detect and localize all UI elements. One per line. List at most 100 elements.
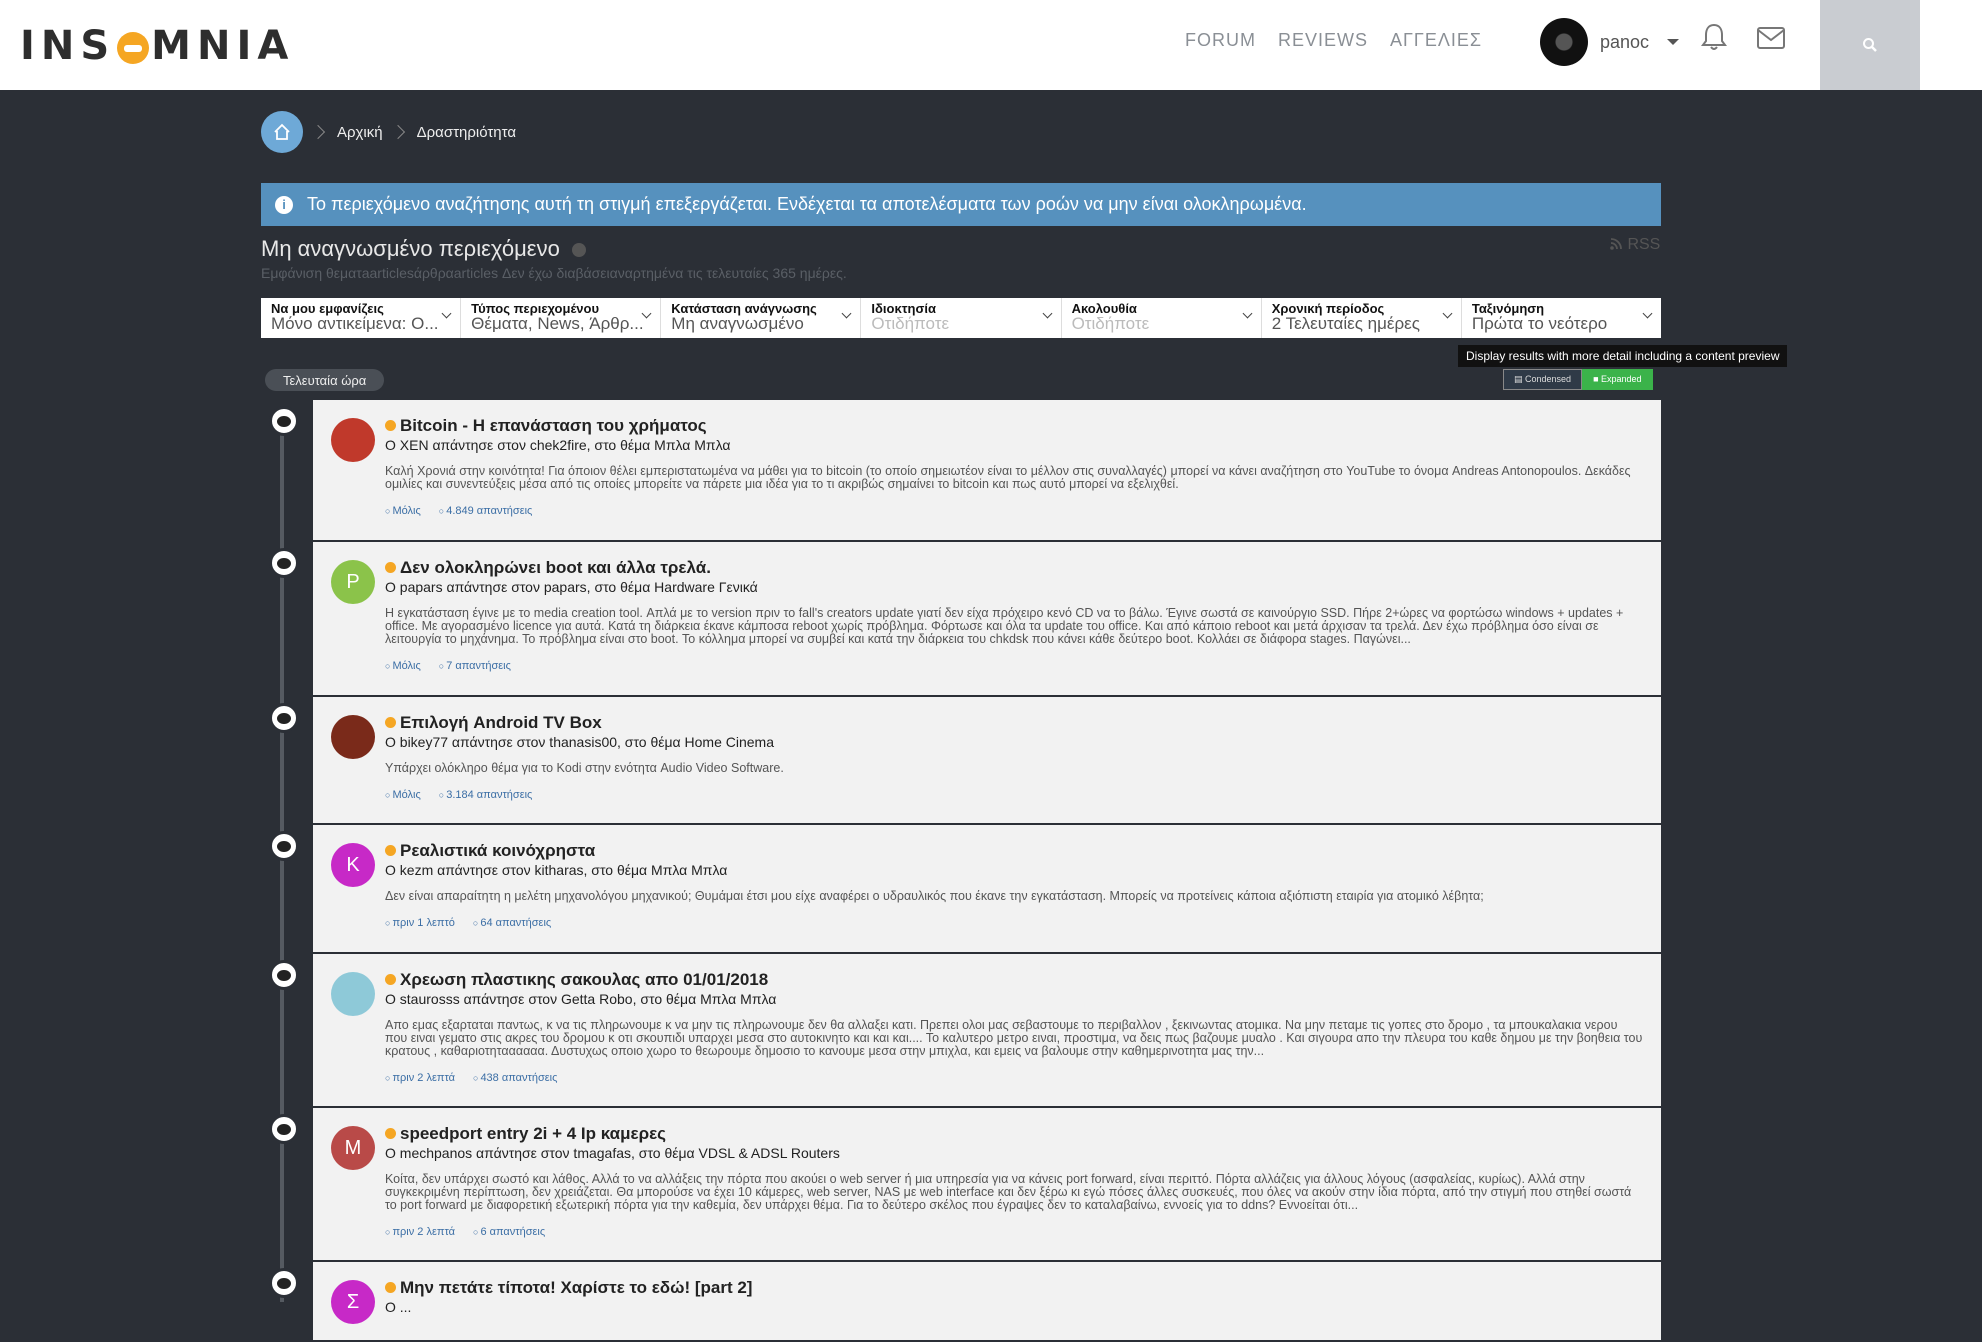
- page-title: Μη αναγνωσμένο περιεχόμενο: [261, 236, 586, 262]
- filter-label: Κατάσταση ανάγνωσης: [671, 301, 817, 316]
- avatar[interactable]: [331, 418, 375, 462]
- avatar[interactable]: [331, 715, 375, 759]
- filter-show[interactable]: Να μου εμφανίζεις Μόνο αντικείμενα: O...: [261, 298, 462, 338]
- filter-ownership[interactable]: Ιδιοκτησία Οτιδήποτε: [861, 298, 1062, 338]
- logo-text-end: MNIA: [151, 23, 295, 69]
- avatar[interactable]: [331, 972, 375, 1016]
- item-excerpt: Απο εμας εξαρταται παντως, κ να τις πληρ…: [385, 1018, 1643, 1058]
- item-replies[interactable]: 64 απαντήσεις: [473, 917, 551, 929]
- item-time[interactable]: Μόλις: [385, 660, 420, 672]
- crumb-home[interactable]: Αρχική: [337, 124, 383, 141]
- info-message: Το περιεχόμενο αναζήτησης αυτή τη στιγμή…: [307, 194, 1307, 214]
- item-meta: πριν 1 λεπτό 64 απαντήσεις: [385, 917, 1643, 929]
- item-meta: Μόλις 4.849 απαντήσεις: [385, 505, 1643, 517]
- item-title-text: Επιλογή Android TV Box: [400, 713, 602, 732]
- user-name: panoc: [1600, 31, 1650, 52]
- filter-following[interactable]: Ακολουθία Οτιδήποτε: [1062, 298, 1262, 338]
- comment-icon: [269, 1268, 299, 1298]
- item-title[interactable]: speedport entry 2i + 4 Ip καμερες: [385, 1124, 1643, 1144]
- activity-stream: Bitcoin - Η επανάσταση του χρήματος Ο XE…: [269, 400, 1661, 1342]
- item-replies[interactable]: 4.849 απαντήσεις: [439, 505, 532, 517]
- bell-icon[interactable]: [1700, 22, 1728, 52]
- item-byline: Ο kezm απάντησε στον kitharas, στο θέμα …: [385, 862, 728, 878]
- item-byline: Ο mechpanos απάντησε στον tmagafas, στο …: [385, 1145, 840, 1161]
- home-icon: [274, 123, 290, 140]
- filter-label: Να μου εμφανίζεις: [271, 301, 384, 316]
- nav-classifieds[interactable]: ΑΓΓΕΛΙΕΣ: [1390, 30, 1482, 51]
- filter-bar: Να μου εμφανίζεις Μόνο αντικείμενα: O...…: [261, 298, 1661, 338]
- item-time[interactable]: πριν 2 λεπτά: [385, 1226, 455, 1238]
- unread-dot-icon: [385, 1128, 396, 1140]
- list-item: P Δεν ολοκληρώνει boot και άλλα τρελά. Ο…: [269, 542, 1661, 697]
- item-title-text: Χρεωση πλαστικης σακουλας απο 01/01/2018: [400, 970, 769, 989]
- avatar[interactable]: Σ: [331, 1280, 375, 1324]
- item-title[interactable]: Χρεωση πλαστικης σακουλας απο 01/01/2018: [385, 970, 1643, 990]
- nav-forum[interactable]: FORUM: [1185, 30, 1256, 51]
- item-excerpt: Η εγκατάσταση έγινε με το media creation…: [385, 606, 1624, 646]
- item-replies[interactable]: 7 απαντήσεις: [439, 660, 511, 672]
- expanded-button[interactable]: ■ Expanded: [1582, 369, 1653, 390]
- unread-dot-icon: [385, 717, 396, 729]
- filter-value: Θέματα, News, Άρθρ...: [471, 315, 644, 333]
- page-title-text: Μη αναγνωσμένο περιεχόμενο: [261, 236, 560, 261]
- item-time[interactable]: Μόλις: [385, 505, 420, 517]
- item-time[interactable]: πριν 2 λεπτά: [385, 1072, 455, 1084]
- search-button[interactable]: [1820, 0, 1920, 90]
- filter-value: Οτιδήποτε: [1071, 315, 1150, 333]
- item-replies[interactable]: 3.184 απαντήσεις: [439, 789, 532, 801]
- item-byline: Ο XEN απάντησε στον chek2fire, στο θέμα …: [385, 437, 731, 453]
- item-excerpt: Δεν είναι απαραίτητη η μελέτη μηχανολόγο…: [385, 889, 1484, 903]
- avatar[interactable]: P: [331, 560, 375, 604]
- user-avatar: [1540, 18, 1588, 66]
- item-title-text: Δεν ολοκληρώνει boot και άλλα τρελά.: [400, 558, 711, 577]
- item-time[interactable]: πριν 1 λεπτό: [385, 917, 454, 929]
- filter-read-status[interactable]: Κατάσταση ανάγνωσης Μη αναγνωσμένο: [661, 298, 862, 338]
- filter-sort[interactable]: Ταξινόμηση Πρώτα το νεότερο: [1462, 298, 1661, 338]
- filter-value: Μόνο αντικείμενα: O...: [271, 315, 439, 333]
- comment-icon: [269, 406, 299, 436]
- crumb-activity[interactable]: Δραστηριότητα: [417, 124, 516, 141]
- condensed-label: Condensed: [1525, 374, 1572, 384]
- item-title[interactable]: Δεν ολοκληρώνει boot και άλλα τρελά.: [385, 558, 1643, 578]
- view-toggle: ▤ Condensed ■ Expanded: [1503, 369, 1653, 390]
- expanded-label: Expanded: [1601, 374, 1642, 384]
- item-title[interactable]: Ρεαλιστικά κοινόχρηστα: [385, 841, 1643, 861]
- site-logo[interactable]: INS MNIA: [20, 23, 295, 69]
- item-title[interactable]: Μην πετάτε τίποτα! Χαρίστε το εδώ! [part…: [385, 1278, 1643, 1298]
- filter-value: 2 Τελευταίες ημέρες: [1271, 315, 1420, 333]
- envelope-icon[interactable]: [1756, 26, 1786, 50]
- main-nav: FORUM REVIEWS ΑΓΓΕΛΙΕΣ: [1185, 30, 1482, 51]
- item-title[interactable]: Bitcoin - Η επανάσταση του χρήματος: [385, 416, 1643, 436]
- condensed-button[interactable]: ▤ Condensed: [1503, 369, 1583, 390]
- avatar[interactable]: K: [331, 843, 375, 887]
- item-title[interactable]: Επιλογή Android TV Box: [385, 713, 1643, 733]
- nav-reviews[interactable]: REVIEWS: [1278, 30, 1368, 51]
- unread-dot-icon: [385, 1282, 396, 1294]
- caret-down-icon: [1667, 39, 1680, 45]
- home-button[interactable]: [261, 111, 303, 153]
- filter-label: Ιδιοκτησία: [871, 301, 936, 316]
- info-icon: i: [275, 195, 293, 214]
- filter-label: Χρονική περίοδος: [1271, 301, 1385, 316]
- item-replies[interactable]: 438 απαντήσεις: [473, 1072, 557, 1084]
- item-meta: Μόλις 7 απαντήσεις: [385, 660, 1643, 672]
- filter-time-period[interactable]: Χρονική περίοδος 2 Τελευταίες ημέρες: [1262, 298, 1462, 338]
- item-byline: Ο staurosss απάντησε στον Getta Robo, στ…: [385, 991, 777, 1007]
- comment-icon: [269, 831, 299, 861]
- item-title-text: Ρεαλιστικά κοινόχρηστα: [400, 841, 596, 860]
- logo-text-start: INS: [20, 23, 116, 69]
- user-menu[interactable]: panoc: [1540, 18, 1680, 66]
- rss-link[interactable]: RSS: [1610, 236, 1660, 254]
- filter-content-type[interactable]: Τύπος περιεχομένου Θέματα, News, Άρθρ...: [461, 298, 662, 338]
- unread-dot-icon: [385, 845, 396, 857]
- item-byline: Ο ...: [385, 1299, 412, 1315]
- item-title-text: Bitcoin - Η επανάσταση του χρήματος: [400, 416, 707, 435]
- list-item: Bitcoin - Η επανάσταση του χρήματος Ο XE…: [269, 400, 1661, 542]
- comment-icon: [269, 703, 299, 733]
- list-item: Επιλογή Android TV Box Ο bikey77 απάντησ…: [269, 697, 1661, 825]
- list-item: Σ Μην πετάτε τίποτα! Χαρίστε το εδώ! [pa…: [269, 1262, 1661, 1342]
- filter-value: Πρώτα το νεότερο: [1471, 315, 1608, 333]
- avatar[interactable]: M: [331, 1126, 375, 1170]
- item-time[interactable]: Μόλις: [385, 789, 420, 801]
- item-replies[interactable]: 6 απαντήσεις: [473, 1226, 545, 1238]
